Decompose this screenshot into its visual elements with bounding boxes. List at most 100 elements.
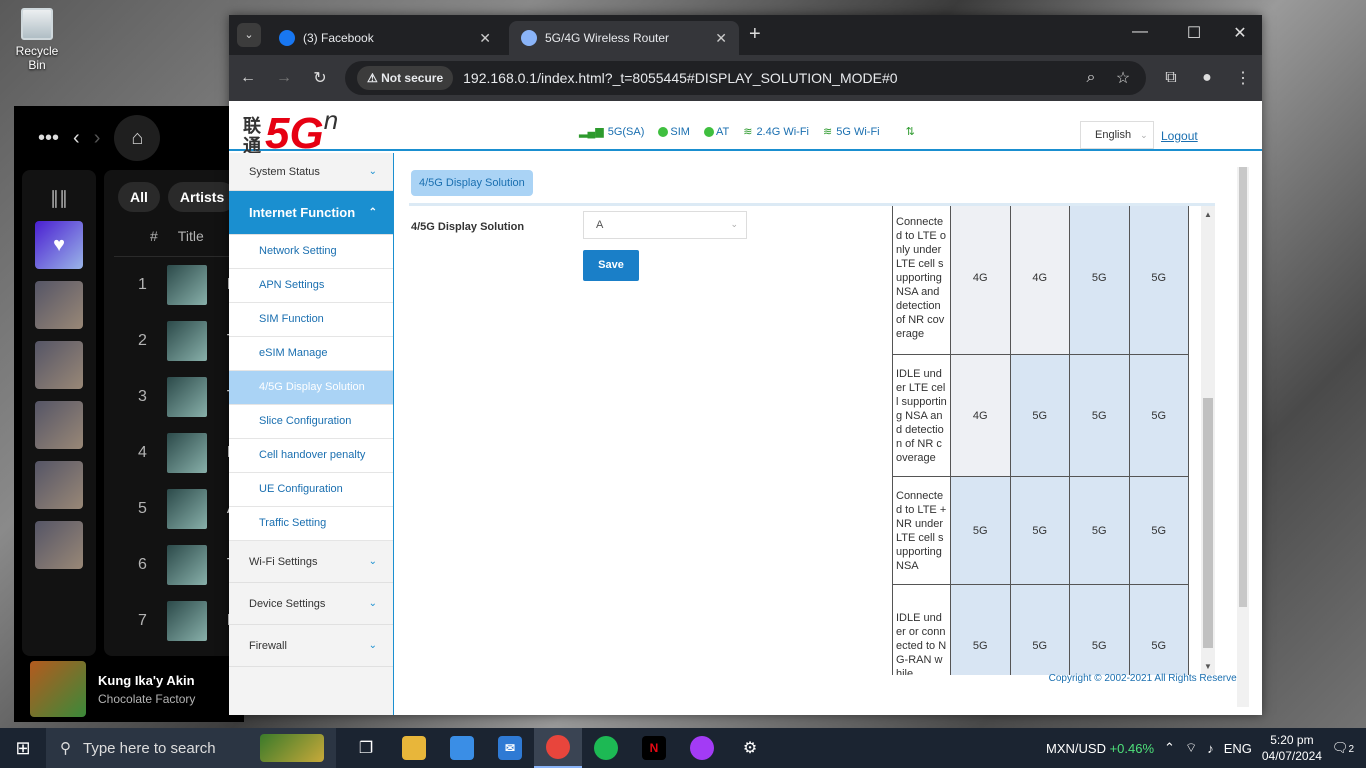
track-row[interactable]: 5A [104,481,244,537]
tab-search-button[interactable]: ⌄ [237,23,261,47]
nav-esim-manage[interactable]: eSIM Manage [229,337,393,371]
zoom-icon[interactable]: ⌕ [1080,69,1102,87]
nav-internet-function[interactable]: Internet Function ⌃ [229,191,393,235]
scrollbar-thumb[interactable] [1239,167,1247,607]
recycle-bin-icon[interactable]: Recycle Bin [6,8,68,72]
chevron-down-icon: ⌄ [368,556,377,567]
messenger-button[interactable] [678,728,726,768]
chip-all[interactable]: All [118,182,160,212]
start-button[interactable]: ⊞ [0,738,46,759]
chevron-down-icon: ⌄ [368,598,377,609]
settings-button[interactable]: ⚙ [726,728,774,768]
chip-artists[interactable]: Artists [167,182,237,212]
netflix-button[interactable]: N [630,728,678,768]
save-button[interactable]: Save [583,250,639,281]
wifi-icon: ≋ [823,126,833,138]
scroll-down-icon[interactable]: ▼ [1204,662,1212,671]
reload-icon[interactable]: ↻ [309,68,331,88]
playlist-thumb[interactable] [35,281,83,329]
now-playing-art[interactable] [30,661,86,717]
track-row[interactable]: 1B [104,257,244,313]
chevron-up-icon[interactable]: ⌃ [1164,740,1175,756]
file-explorer-button[interactable] [390,728,438,768]
now-playing-title[interactable]: Kung Ika'y Akin [98,673,195,688]
chrome-button[interactable] [534,728,582,768]
back-icon[interactable]: ‹ [73,127,80,150]
table-scrollbar[interactable]: ▲ ▼ [1201,206,1215,675]
track-row[interactable]: 4F [104,425,244,481]
forward-icon[interactable]: › [94,127,101,150]
table-cell: 5G [1009,354,1070,477]
nav-firewall[interactable]: Firewall ⌄ [229,625,393,667]
volume-icon[interactable]: ♪ [1207,741,1214,756]
page-scrollbar[interactable] [1237,167,1249,707]
playlist-thumb[interactable] [35,461,83,509]
close-window-button[interactable]: ✕ [1217,23,1263,43]
profile-icon[interactable]: ● [1196,69,1218,87]
nav-apn-settings[interactable]: APN Settings [229,269,393,303]
router-page: 联通 5G n ▂▄▆ 5G(SA) SIM AT ≋ 2.4G Wi-Fi ≋ 5G… [229,101,1262,715]
ticker-widget[interactable]: MXN/USD +0.46% [1046,741,1154,756]
new-tab-button[interactable]: + [749,23,761,46]
wifi-icon: ≋ [743,126,753,138]
track-row[interactable]: 2T [104,313,244,369]
taskbar-search[interactable]: ⚲ Type here to search [46,728,336,768]
nav-cell-handover-penalty[interactable]: Cell handover penalty [229,439,393,473]
mail-button[interactable]: ✉ [486,728,534,768]
track-row[interactable]: 3T [104,369,244,425]
notifications-icon[interactable]: 🗨2 [1332,740,1354,756]
nav-display-solution[interactable]: 4/5G Display Solution [229,371,393,405]
close-tab-icon[interactable]: ✕ [479,30,491,47]
now-playing-artist[interactable]: Chocolate Factory [98,692,195,706]
language-select[interactable]: English ⌄ [1080,121,1154,149]
display-solution-select[interactable]: A ⌄ [583,211,747,239]
language-indicator[interactable]: ENG [1224,741,1252,756]
menu-icon[interactable]: ⋮ [1232,68,1254,88]
more-icon[interactable]: ••• [38,127,59,150]
nav-traffic-setting[interactable]: Traffic Setting [229,507,393,541]
bookmark-star-icon[interactable]: ☆ [1112,68,1134,88]
store-icon [450,736,474,760]
liked-songs-thumb[interactable]: ♥ [35,221,83,269]
scrollbar-thumb[interactable] [1203,398,1213,648]
nav-slice-configuration[interactable]: Slice Configuration [229,405,393,439]
playlist-thumb[interactable] [35,401,83,449]
nav-ue-configuration[interactable]: UE Configuration [229,473,393,507]
tab-router[interactable]: 5G/4G Wireless Router ✕ [509,21,739,55]
home-button[interactable]: ⌂ [114,115,161,161]
nav-wifi-settings[interactable]: Wi-Fi Settings ⌄ [229,541,393,583]
browser-toolbar: ← → ↻ ⚠ Not secure 192.168.0.1/index.htm… [229,55,1262,101]
address-bar[interactable]: ⚠ Not secure 192.168.0.1/index.html?_t=8… [345,61,1146,95]
track-row[interactable]: 6T [104,537,244,593]
home-icon: ⌂ [131,126,144,149]
back-icon[interactable]: ← [237,69,259,87]
signal-icon: ▂▄▆ [579,126,604,138]
table-cell: 4G [950,354,1011,477]
nav-sim-function[interactable]: SIM Function [229,303,393,337]
track-art [166,545,207,585]
playlist-thumb[interactable] [35,341,83,389]
logo-5g: 5G [265,109,324,158]
nav-network-setting[interactable]: Network Setting [229,235,393,269]
tab-facebook[interactable]: (3) Facebook ✕ [267,21,503,55]
maximize-button[interactable]: ☐ [1171,23,1217,43]
clock[interactable]: 5:20 pm 04/07/2024 [1262,732,1322,764]
extensions-icon[interactable]: ⧉ [1160,69,1182,87]
network-icon[interactable]: ⌔ [1185,740,1197,756]
nav-device-settings[interactable]: Device Settings ⌄ [229,583,393,625]
playlist-thumb[interactable] [35,521,83,569]
logout-link[interactable]: Logout [1161,129,1198,143]
store-button[interactable] [438,728,486,768]
minimize-button[interactable]: — [1117,23,1163,41]
library-icon[interactable]: ∥∥ [22,170,96,209]
row-description: Connected to LTE only under LTE cell sup… [892,206,951,355]
nav-system-status[interactable]: System Status ⌄ [229,153,393,191]
close-tab-icon[interactable]: ✕ [715,30,727,47]
url-text[interactable]: 192.168.0.1/index.html?_t=8055445#DISPLA… [463,70,1070,86]
track-row[interactable]: 7R [104,593,244,649]
security-chip[interactable]: ⚠ Not secure [357,66,454,90]
spotify-button[interactable] [582,728,630,768]
task-view-button[interactable]: ❐ [342,728,390,768]
scroll-up-icon[interactable]: ▲ [1204,210,1212,219]
forward-icon[interactable]: → [273,69,295,87]
